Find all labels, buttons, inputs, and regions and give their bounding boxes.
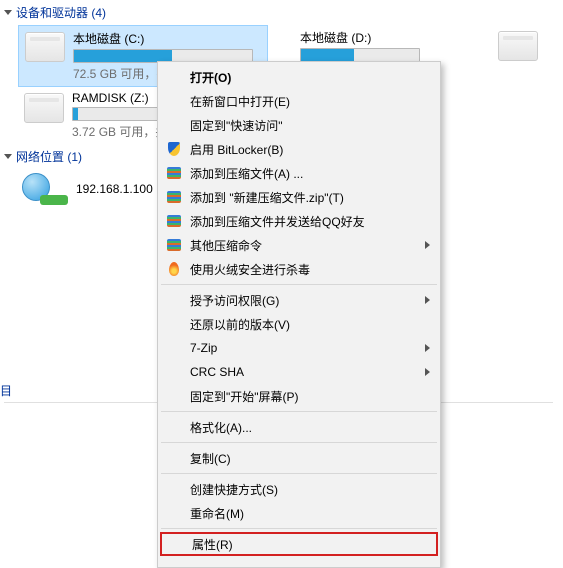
chevron-right-icon xyxy=(425,241,430,249)
menu-add-qq[interactable]: 添加到压缩文件并发送给QQ好友 xyxy=(160,209,438,233)
drive-info: RAMDISK (Z:) 3.72 GB 可用，共 xyxy=(72,91,167,140)
menu-separator xyxy=(161,473,437,474)
capacity-bar xyxy=(300,48,420,62)
menu-separator xyxy=(161,411,437,412)
menu-7zip[interactable]: 7-Zip xyxy=(160,336,438,360)
menu-rename[interactable]: 重命名(M) xyxy=(160,501,438,525)
drive-icon xyxy=(24,93,64,123)
drive-meta: 3.72 GB 可用，共 xyxy=(72,123,167,140)
archive-icon xyxy=(166,237,182,253)
devices-section-header[interactable]: 设备和驱动器 (4) xyxy=(0,0,563,25)
network-ip: 192.168.1.100 xyxy=(76,182,153,196)
chevron-right-icon xyxy=(425,296,430,304)
menu-crc-sha[interactable]: CRC SHA xyxy=(160,360,438,384)
menu-huorong-scan[interactable]: 使用火绒安全进行杀毒 xyxy=(160,257,438,281)
menu-pin-quick-access[interactable]: 固定到"快速访问" xyxy=(160,113,438,137)
menu-open[interactable]: 打开(O) xyxy=(160,65,438,89)
menu-pin-start[interactable]: 固定到"开始"屏幕(P) xyxy=(160,384,438,408)
menu-add-to-archive[interactable]: 添加到压缩文件(A) ... xyxy=(160,161,438,185)
flame-icon xyxy=(166,261,182,277)
drive-icon xyxy=(25,32,65,62)
drive-name: 本地磁盘 (C:) xyxy=(73,30,253,47)
capacity-bar xyxy=(72,107,162,121)
chevron-right-icon xyxy=(425,368,430,376)
chevron-down-icon xyxy=(4,10,12,15)
menu-bitlocker[interactable]: 启用 BitLocker(B) xyxy=(160,137,438,161)
devices-section-label: 设备和驱动器 (4) xyxy=(16,4,106,21)
menu-grant-access[interactable]: 授予访问权限(G) xyxy=(160,288,438,312)
menu-open-new-window[interactable]: 在新窗口中打开(E) xyxy=(160,89,438,113)
context-menu: 打开(O) 在新窗口中打开(E) 固定到"快速访问" 启用 BitLocker(… xyxy=(157,61,441,568)
menu-format[interactable]: 格式化(A)... xyxy=(160,415,438,439)
capacity-fill xyxy=(73,108,78,120)
menu-other-compress[interactable]: 其他压缩命令 xyxy=(160,233,438,257)
chevron-right-icon xyxy=(425,344,430,352)
archive-icon xyxy=(166,213,182,229)
network-section-label: 网络位置 (1) xyxy=(16,148,82,165)
drive-icon xyxy=(498,31,538,61)
menu-add-to-zip[interactable]: 添加到 "新建压缩文件.zip"(T) xyxy=(160,185,438,209)
archive-icon xyxy=(166,189,182,205)
drive-name: RAMDISK (Z:) xyxy=(72,91,167,105)
menu-separator xyxy=(161,528,437,529)
menu-separator xyxy=(161,284,437,285)
menu-bottom-padding xyxy=(160,556,438,564)
archive-icon xyxy=(166,165,182,181)
menu-previous-versions[interactable]: 还原以前的版本(V) xyxy=(160,312,438,336)
chevron-down-icon xyxy=(4,154,12,159)
menu-create-shortcut[interactable]: 创建快捷方式(S) xyxy=(160,477,438,501)
menu-separator xyxy=(161,442,437,443)
shield-icon xyxy=(166,141,182,157)
drive-name: 本地磁盘 (D:) xyxy=(300,29,427,46)
menu-copy[interactable]: 复制(C) xyxy=(160,446,438,470)
plug-icon xyxy=(40,195,68,205)
capacity-fill xyxy=(301,49,354,61)
truncated-section-label: 目 xyxy=(0,382,12,399)
